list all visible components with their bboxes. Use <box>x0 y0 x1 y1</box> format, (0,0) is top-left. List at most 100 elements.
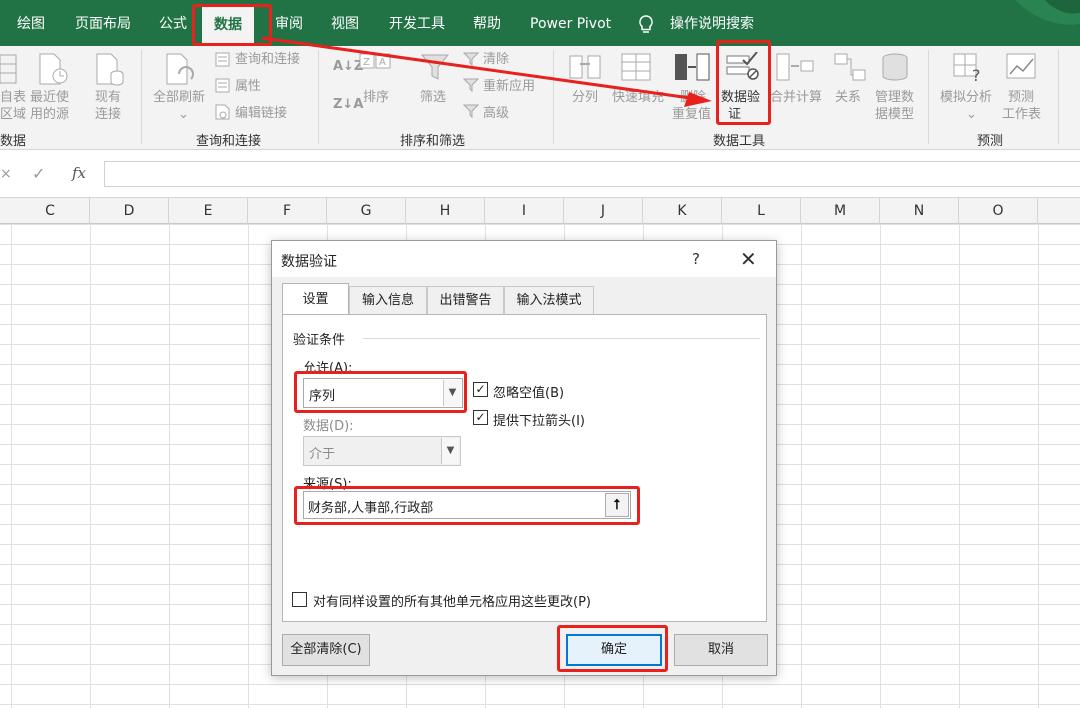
column-header[interactable]: K <box>643 198 722 224</box>
dropdown-arrow-checkbox[interactable]: ✓ <box>473 410 488 425</box>
advanced-filter-icon <box>463 104 479 118</box>
reapply-icon <box>463 78 479 92</box>
group-title-data-tools: 数据工具 <box>713 134 766 149</box>
ignore-blank-checkbox[interactable]: ✓ <box>473 382 488 397</box>
ribbon-clear[interactable]: 清除 <box>483 51 509 68</box>
ignore-blank-label: 忽略空值(B) <box>493 386 565 401</box>
column-header[interactable]: O <box>959 198 1038 224</box>
edit-links-icon <box>215 104 230 120</box>
data-select: 介于 ▼ <box>303 436 461 466</box>
lightbulb-icon <box>639 15 653 33</box>
ribbon-reapply[interactable]: 重新应用 <box>483 78 535 95</box>
recent-sources-icon <box>39 53 68 85</box>
ribbon-flash-fill[interactable]: 快速填充 <box>612 89 664 106</box>
ribbon-refresh-all[interactable]: 全部刷新 <box>153 89 205 106</box>
svg-text:Z: Z <box>363 57 370 68</box>
ribbon-advanced[interactable]: 高级 <box>483 105 509 122</box>
cancel-button[interactable]: 取消 <box>674 634 768 666</box>
ribbon-from-table[interactable]: 自表 <box>0 89 26 106</box>
column-header[interactable]: I <box>485 198 564 224</box>
column-header[interactable]: E <box>169 198 248 224</box>
what-if-icon: ? <box>953 53 981 82</box>
tab-draw[interactable]: 绘图 <box>17 13 45 35</box>
insert-function-icon[interactable]: fx <box>72 164 86 182</box>
apply-all-label: 对有同样设置的所有其他单元格应用这些更改(P) <box>313 595 591 610</box>
apply-all-checkbox[interactable] <box>292 592 307 607</box>
ribbon-existing-connections-2: 连接 <box>95 107 122 122</box>
column-header[interactable]: M <box>801 198 880 224</box>
ribbon-consolidate[interactable]: 合并计算 <box>770 89 822 106</box>
tab-page-layout[interactable]: 页面布局 <box>75 13 131 35</box>
group-separator <box>1058 50 1059 144</box>
ribbon-manage-data-model-2: 据模型 <box>875 107 915 122</box>
tab-formulas[interactable]: 公式 <box>159 13 187 35</box>
ribbon-sort[interactable]: 排序 <box>363 89 389 106</box>
tab-error-alert[interactable]: 出错警告 <box>427 286 504 314</box>
ribbon-queries-connections[interactable]: 查询和连接 <box>235 51 300 68</box>
enter-icon[interactable]: ✓ <box>32 164 45 183</box>
column-header[interactable]: F <box>248 198 327 224</box>
tab-help[interactable]: 帮助 <box>473 13 501 35</box>
formula-input[interactable] <box>104 161 1080 187</box>
annotation-data-tab <box>192 4 272 46</box>
group-separator <box>553 50 554 144</box>
filter-icon <box>420 54 450 80</box>
column-header[interactable]: C <box>11 198 90 224</box>
ribbon-text-to-columns[interactable]: 分列 <box>572 89 598 106</box>
dialog-title: 数据验证 <box>281 254 337 270</box>
consolidate-icon <box>776 53 814 81</box>
section-divider <box>363 338 760 339</box>
column-header[interactable]: D <box>90 198 169 224</box>
ribbon-forecast-sheet[interactable]: 预测 <box>1008 89 1034 106</box>
ribbon-properties[interactable]: 属性 <box>235 78 261 95</box>
help-icon[interactable]: ? <box>692 250 700 268</box>
group-separator <box>141 50 142 144</box>
group-title-queries: 查询和连接 <box>196 134 262 149</box>
refresh-all-icon <box>166 53 194 85</box>
chevron-down-icon: ▼ <box>441 438 459 464</box>
properties-icon <box>215 78 230 93</box>
ribbon-filter[interactable]: 筛选 <box>420 89 446 106</box>
remove-duplicates-icon <box>675 53 710 81</box>
ribbon-relationships[interactable]: 关系 <box>835 89 861 106</box>
ribbon-manage-data-model[interactable]: 管理数 <box>875 89 914 106</box>
ribbon-edit-links[interactable]: 编辑链接 <box>235 105 287 122</box>
ribbon-from-table-2: 区域 <box>0 107 27 122</box>
tell-me-search[interactable]: 操作说明搜索 <box>670 13 754 35</box>
tab-input-message[interactable]: 输入信息 <box>349 286 427 314</box>
text-to-columns-icon <box>569 55 601 79</box>
annotation-allow-select <box>294 371 467 413</box>
cancel-icon[interactable]: × <box>0 166 12 182</box>
dialog-titlebar: 数据验证 ? ✕ <box>272 241 776 277</box>
ribbon-existing-connections[interactable]: 现有 <box>95 89 121 106</box>
tab-review[interactable]: 审阅 <box>275 13 303 35</box>
tab-power-pivot[interactable]: Power Pivot <box>530 13 611 35</box>
column-header[interactable]: N <box>880 198 959 224</box>
chevron-down-icon: ⌄ <box>178 107 189 122</box>
ribbon-tab-bar: 绘图 页面布局 公式 数据 审阅 视图 开发工具 帮助 Power Pivot … <box>0 0 1080 46</box>
existing-connections-icon <box>96 53 124 86</box>
sort-za-icon[interactable]: Z↓A <box>333 96 363 113</box>
queries-connections-icon <box>215 52 230 67</box>
tab-settings[interactable]: 设置 <box>282 283 349 315</box>
formula-bar: × ✓ fx <box>0 150 1080 198</box>
column-header[interactable]: H <box>406 198 485 224</box>
ribbon-remove-duplicates-2: 重复值 <box>672 107 712 122</box>
ribbon-recent-sources-2: 用的源 <box>30 107 70 122</box>
ribbon-what-if[interactable]: 模拟分析 <box>940 89 992 106</box>
group-title-forecast: 预测 <box>977 134 1004 149</box>
tab-developer[interactable]: 开发工具 <box>389 13 445 35</box>
column-header[interactable]: J <box>564 198 643 224</box>
column-header[interactable]: G <box>327 198 406 224</box>
dropdown-arrow-label: 提供下拉箭头(I) <box>493 414 585 429</box>
data-value: 介于 <box>309 447 336 462</box>
column-header[interactable]: L <box>722 198 801 224</box>
ribbon-recent-sources[interactable]: 最近使 <box>30 89 69 106</box>
tab-ime-mode[interactable]: 输入法模式 <box>504 286 594 314</box>
close-icon[interactable]: ✕ <box>740 247 757 271</box>
clear-all-button[interactable]: 全部清除(C) <box>282 634 370 666</box>
tab-view[interactable]: 视图 <box>331 13 359 35</box>
data-label: 数据(D): <box>303 419 354 434</box>
ribbon-remove-duplicates[interactable]: 删除 <box>680 89 706 106</box>
annotation-source-input <box>294 486 640 525</box>
